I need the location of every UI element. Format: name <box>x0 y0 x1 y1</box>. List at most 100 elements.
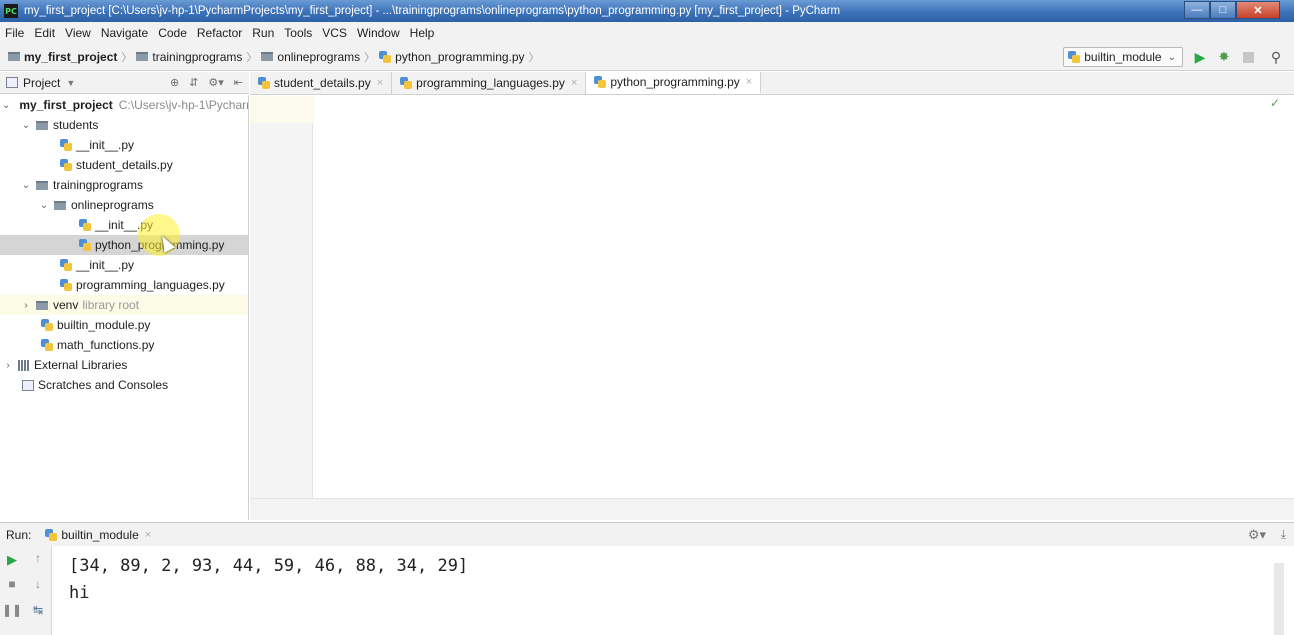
tree-item-trainingprograms-init[interactable]: __init__.py <box>0 255 248 275</box>
breadcrumb-file[interactable]: python_programming.py <box>395 50 524 64</box>
tree-item-label: student_details.py <box>76 158 173 172</box>
tab-student-details[interactable]: student_details.py × <box>250 72 393 94</box>
maximize-button[interactable]: □ <box>1210 1 1236 19</box>
menu-refactor[interactable]: Refactor <box>192 26 247 40</box>
tree-item-label: __init__.py <box>76 258 135 272</box>
tab-programming-languages[interactable]: programming_languages.py × <box>392 72 587 94</box>
up-arrow-icon[interactable]: ↑ <box>30 550 46 566</box>
breadcrumb-onlineprograms[interactable]: onlineprograms <box>277 50 360 64</box>
chevron-right-icon[interactable]: › <box>20 300 32 311</box>
tree-item-builtin-module[interactable]: builtin_module.py <box>0 315 248 335</box>
soft-wrap-icon[interactable]: ↹ <box>30 602 46 618</box>
console-vertical-scrollbar[interactable] <box>1274 563 1284 635</box>
chevron-down-icon[interactable]: ⌄ <box>20 120 32 131</box>
collapse-all-icon[interactable]: ⇵ <box>189 76 198 89</box>
menu-tools[interactable]: Tools <box>279 26 317 40</box>
hide-panel-icon[interactable]: ⤓ <box>1281 527 1286 542</box>
project-view-select[interactable]: Project ▼ <box>6 76 75 90</box>
chevron-down-icon[interactable]: ⌄ <box>38 200 50 211</box>
run-console-output[interactable]: [34, 89, 2, 93, 44, 59, 46, 88, 34, 29] … <box>53 546 1275 635</box>
python-file-icon <box>1068 51 1081 63</box>
tree-item-label: External Libraries <box>34 358 128 372</box>
project-panel-toolbar: ⊕ ⇵ ⚙▾ ⇤ <box>170 76 243 89</box>
run-tab-builtin-module[interactable]: builtin_module × <box>45 528 151 542</box>
close-tab-icon[interactable]: × <box>377 77 383 89</box>
tree-item-python-programming[interactable]: python_programming.py <box>0 235 248 255</box>
editor-horizontal-scrollbar[interactable] <box>250 498 1294 520</box>
pycharm-app-icon: PC <box>4 4 18 18</box>
hide-panel-icon[interactable]: ⇤ <box>234 76 243 89</box>
run-configuration-label: builtin_module <box>1084 50 1162 64</box>
folder-icon <box>8 52 20 61</box>
run-tab-label: builtin_module <box>61 527 139 542</box>
close-tab-icon[interactable]: × <box>145 529 151 541</box>
menu-run[interactable]: Run <box>247 26 279 40</box>
breadcrumb-project[interactable]: my_first_project <box>24 50 117 64</box>
chevron-right-icon[interactable]: › <box>2 360 14 371</box>
tab-label: python_programming.py <box>610 75 740 89</box>
tree-item-trainingprograms[interactable]: ⌄ trainingprograms <box>0 175 248 195</box>
search-icon[interactable]: ⚲ <box>1268 49 1284 65</box>
tab-python-programming[interactable]: python_programming.py × <box>586 72 762 94</box>
python-file-icon <box>79 219 91 231</box>
chevron-down-icon[interactable]: ⌄ <box>20 180 32 191</box>
python-file-icon <box>400 77 413 89</box>
rerun-play-icon[interactable]: ▶ <box>4 552 20 568</box>
tree-item-students[interactable]: ⌄ students <box>0 115 248 135</box>
code-editor[interactable] <box>314 96 1280 498</box>
menu-vcs[interactable]: VCS <box>317 26 352 40</box>
project-tree: ⌄ my_first_project C:\Users\jv-hp-1\Pych… <box>0 95 249 520</box>
tree-item-students-init[interactable]: __init__.py <box>0 135 248 155</box>
chevron-right-icon: 〉 <box>246 51 258 64</box>
chevron-right-icon: 〉 <box>121 51 133 64</box>
down-arrow-icon[interactable]: ↓ <box>30 576 46 592</box>
tree-item-scratches[interactable]: Scratches and Consoles <box>0 375 248 395</box>
menu-help[interactable]: Help <box>405 26 440 40</box>
close-button[interactable]: ✕ <box>1236 1 1280 19</box>
navigation-bar: my_first_project 〉 trainingprograms 〉 on… <box>0 43 1294 71</box>
menu-bar: File Edit View Navigate Code Refactor Ru… <box>0 22 1294 43</box>
python-file-icon <box>60 279 72 291</box>
pause-icon[interactable]: ❚❚ <box>2 602 22 618</box>
run-configuration-select[interactable]: builtin_module ⌄ <box>1063 47 1183 67</box>
breadcrumb-trainingprograms[interactable]: trainingprograms <box>152 50 242 64</box>
menu-navigate[interactable]: Navigate <box>96 26 153 40</box>
tree-item-student-details[interactable]: student_details.py <box>0 155 248 175</box>
chevron-down-icon[interactable]: ⌄ <box>2 100 10 111</box>
tree-item-external-libraries[interactable]: › External Libraries <box>0 355 248 375</box>
close-tab-icon[interactable]: × <box>746 76 752 88</box>
tree-item-onlineprograms-init[interactable]: __init__.py <box>0 215 248 235</box>
python-file-icon <box>379 50 392 63</box>
debug-bug-icon[interactable]: ✸ <box>1216 49 1232 65</box>
menu-edit[interactable]: Edit <box>29 26 60 40</box>
menu-code[interactable]: Code <box>153 26 192 40</box>
tab-label: programming_languages.py <box>416 76 565 90</box>
close-tab-icon[interactable]: × <box>571 77 577 89</box>
minimize-button[interactable]: — <box>1184 1 1210 19</box>
menu-window[interactable]: Window <box>352 26 405 40</box>
python-file-icon <box>60 259 72 271</box>
window-title: my_first_project [C:\Users\jv-hp-1\Pycha… <box>24 5 841 17</box>
run-play-icon[interactable]: ▶ <box>1192 49 1208 65</box>
menu-file[interactable]: File <box>0 26 29 40</box>
python-file-icon <box>60 139 72 151</box>
stop-icon[interactable] <box>1240 49 1256 65</box>
python-file-icon <box>594 76 607 88</box>
tree-item-onlineprograms[interactable]: ⌄ onlineprograms <box>0 195 248 215</box>
tree-item-programming-languages[interactable]: programming_languages.py <box>0 275 248 295</box>
gear-icon[interactable]: ⚙▾ <box>1248 527 1266 543</box>
menu-view[interactable]: View <box>60 26 96 40</box>
folder-icon <box>36 120 48 130</box>
console-output-line: hi <box>69 583 90 603</box>
stop-icon[interactable]: ■ <box>4 576 20 592</box>
tree-item-venv[interactable]: › venv library root <box>0 295 248 315</box>
tree-item-math-functions[interactable]: math_functions.py <box>0 335 248 355</box>
library-root-hint: library root <box>82 298 140 312</box>
tree-item-label: onlineprograms <box>71 198 154 212</box>
locate-target-icon[interactable]: ⊕ <box>170 76 179 89</box>
gear-icon[interactable]: ⚙▾ <box>208 76 223 89</box>
folder-icon <box>36 180 48 190</box>
tree-item-my-first-project[interactable]: ⌄ my_first_project C:\Users\jv-hp-1\Pych… <box>0 95 248 115</box>
library-icon <box>18 359 30 371</box>
dropdown-arrow-icon: ▼ <box>66 77 76 88</box>
